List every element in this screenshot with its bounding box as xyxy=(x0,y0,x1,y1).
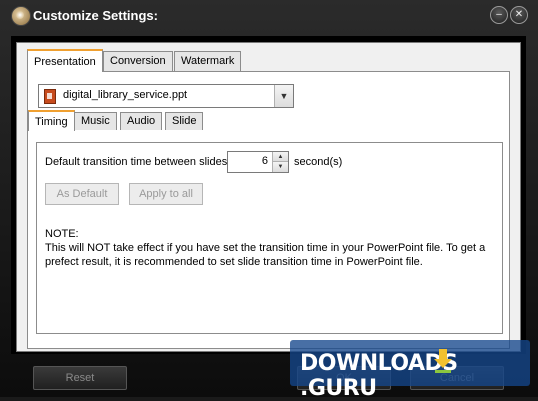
customize-settings-window: Customize Settings: – ✕ Presentation Con… xyxy=(0,0,538,401)
tab-watermark[interactable]: Watermark xyxy=(174,51,242,71)
timing-tab-page: Default transition time between slides: … xyxy=(36,142,503,334)
settings-panel: Presentation Conversion Watermark digita… xyxy=(16,42,521,352)
ppt-file-icon xyxy=(44,89,56,104)
app-icon xyxy=(11,6,31,26)
transition-time-unit: second(s) xyxy=(294,156,343,168)
minimize-icon[interactable]: – xyxy=(490,6,508,24)
note-title: NOTE: xyxy=(45,228,79,240)
transition-time-value: 6 xyxy=(261,155,268,167)
tab-conversion[interactable]: Conversion xyxy=(103,51,173,71)
chevron-down-icon[interactable]: ▼ xyxy=(274,85,293,107)
tab-timing[interactable]: Timing xyxy=(28,110,75,131)
downloads-guru-watermark: DOWNLOADS.GURU xyxy=(290,340,530,401)
tab-audio[interactable]: Audio xyxy=(120,112,163,130)
file-select-value: digital_library_service.ppt xyxy=(63,89,188,101)
apply-to-all-button[interactable]: Apply to all xyxy=(129,183,203,205)
as-default-button[interactable]: As Default xyxy=(45,183,119,205)
reset-button[interactable]: Reset xyxy=(33,366,127,390)
file-select[interactable]: digital_library_service.ppt ▼ xyxy=(38,84,294,108)
stepper-up-icon[interactable]: ▲ xyxy=(272,152,288,162)
note-block: NOTE: This will NOT take effect if you h… xyxy=(45,227,493,269)
tab-music[interactable]: Music xyxy=(74,112,117,130)
download-arrow-icon xyxy=(434,349,452,373)
transition-time-stepper[interactable]: 6 ▲ ▼ xyxy=(227,151,289,173)
presentation-tab-page: digital_library_service.ppt ▼ Timing Mus… xyxy=(27,71,510,349)
transition-time-label: Default transition time between slides: xyxy=(45,156,231,168)
close-icon[interactable]: ✕ xyxy=(510,6,528,24)
note-text: This will NOT take effect if you have se… xyxy=(45,242,486,268)
watermark-text: DOWNLOADS.GURU xyxy=(300,351,458,401)
tab-presentation[interactable]: Presentation xyxy=(27,49,103,72)
stepper-down-icon[interactable]: ▼ xyxy=(272,162,288,172)
tab-slide[interactable]: Slide xyxy=(165,112,204,130)
title-bar[interactable]: Customize Settings: – ✕ xyxy=(0,0,538,34)
window-title: Customize Settings: xyxy=(33,8,158,23)
